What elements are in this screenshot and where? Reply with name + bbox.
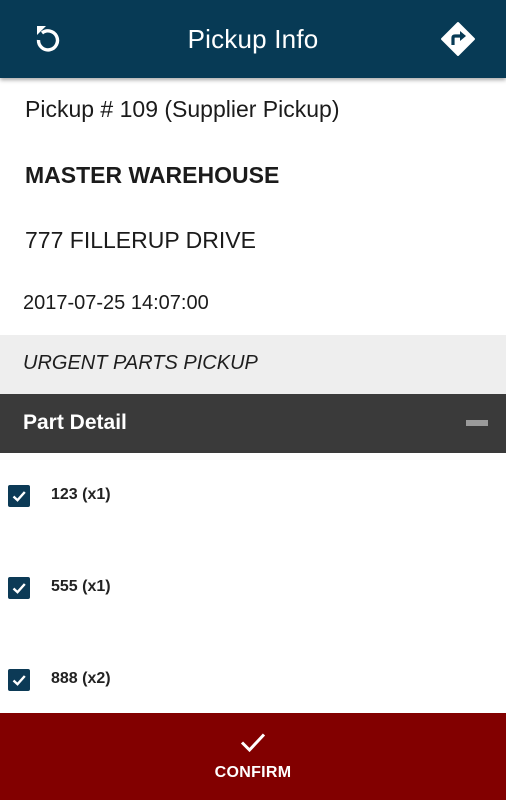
directions-icon (441, 22, 475, 56)
checkmark-icon (12, 583, 26, 594)
part-checkbox[interactable] (8, 485, 30, 507)
part-item[interactable]: 123 (x1) (0, 476, 506, 516)
pickup-note: URGENT PARTS PICKUP (0, 335, 506, 394)
directions-button[interactable] (438, 19, 478, 59)
part-item[interactable]: 888 (x2) (0, 660, 506, 700)
minus-icon[interactable] (466, 420, 488, 426)
confirm-button[interactable]: CONFIRM (0, 713, 506, 800)
part-label: 123 (x1) (51, 486, 111, 503)
part-label: 555 (x1) (51, 578, 111, 595)
app-header: Pickup Info (0, 0, 506, 78)
pickup-note-text: URGENT PARTS PICKUP (23, 352, 258, 374)
location-name: MASTER WAREHOUSE (25, 162, 280, 188)
address: 777 FILLERUP DRIVE (25, 227, 256, 253)
checkmark-icon (12, 675, 26, 686)
part-detail-title: Part Detail (23, 411, 127, 434)
checkmark-icon (12, 491, 26, 502)
part-detail-header[interactable]: Part Detail (0, 394, 506, 453)
pickup-datetime: 2017-07-25 14:07:00 (23, 292, 209, 314)
page-title: Pickup Info (187, 24, 319, 54)
part-item[interactable]: 555 (x1) (0, 568, 506, 608)
pickup-number: Pickup # 109 (Supplier Pickup) (25, 96, 340, 122)
part-checkbox[interactable] (8, 669, 30, 691)
part-label: 888 (x2) (51, 670, 111, 687)
confirm-label: CONFIRM (214, 764, 292, 781)
check-icon (240, 733, 266, 753)
part-checkbox[interactable] (8, 577, 30, 599)
